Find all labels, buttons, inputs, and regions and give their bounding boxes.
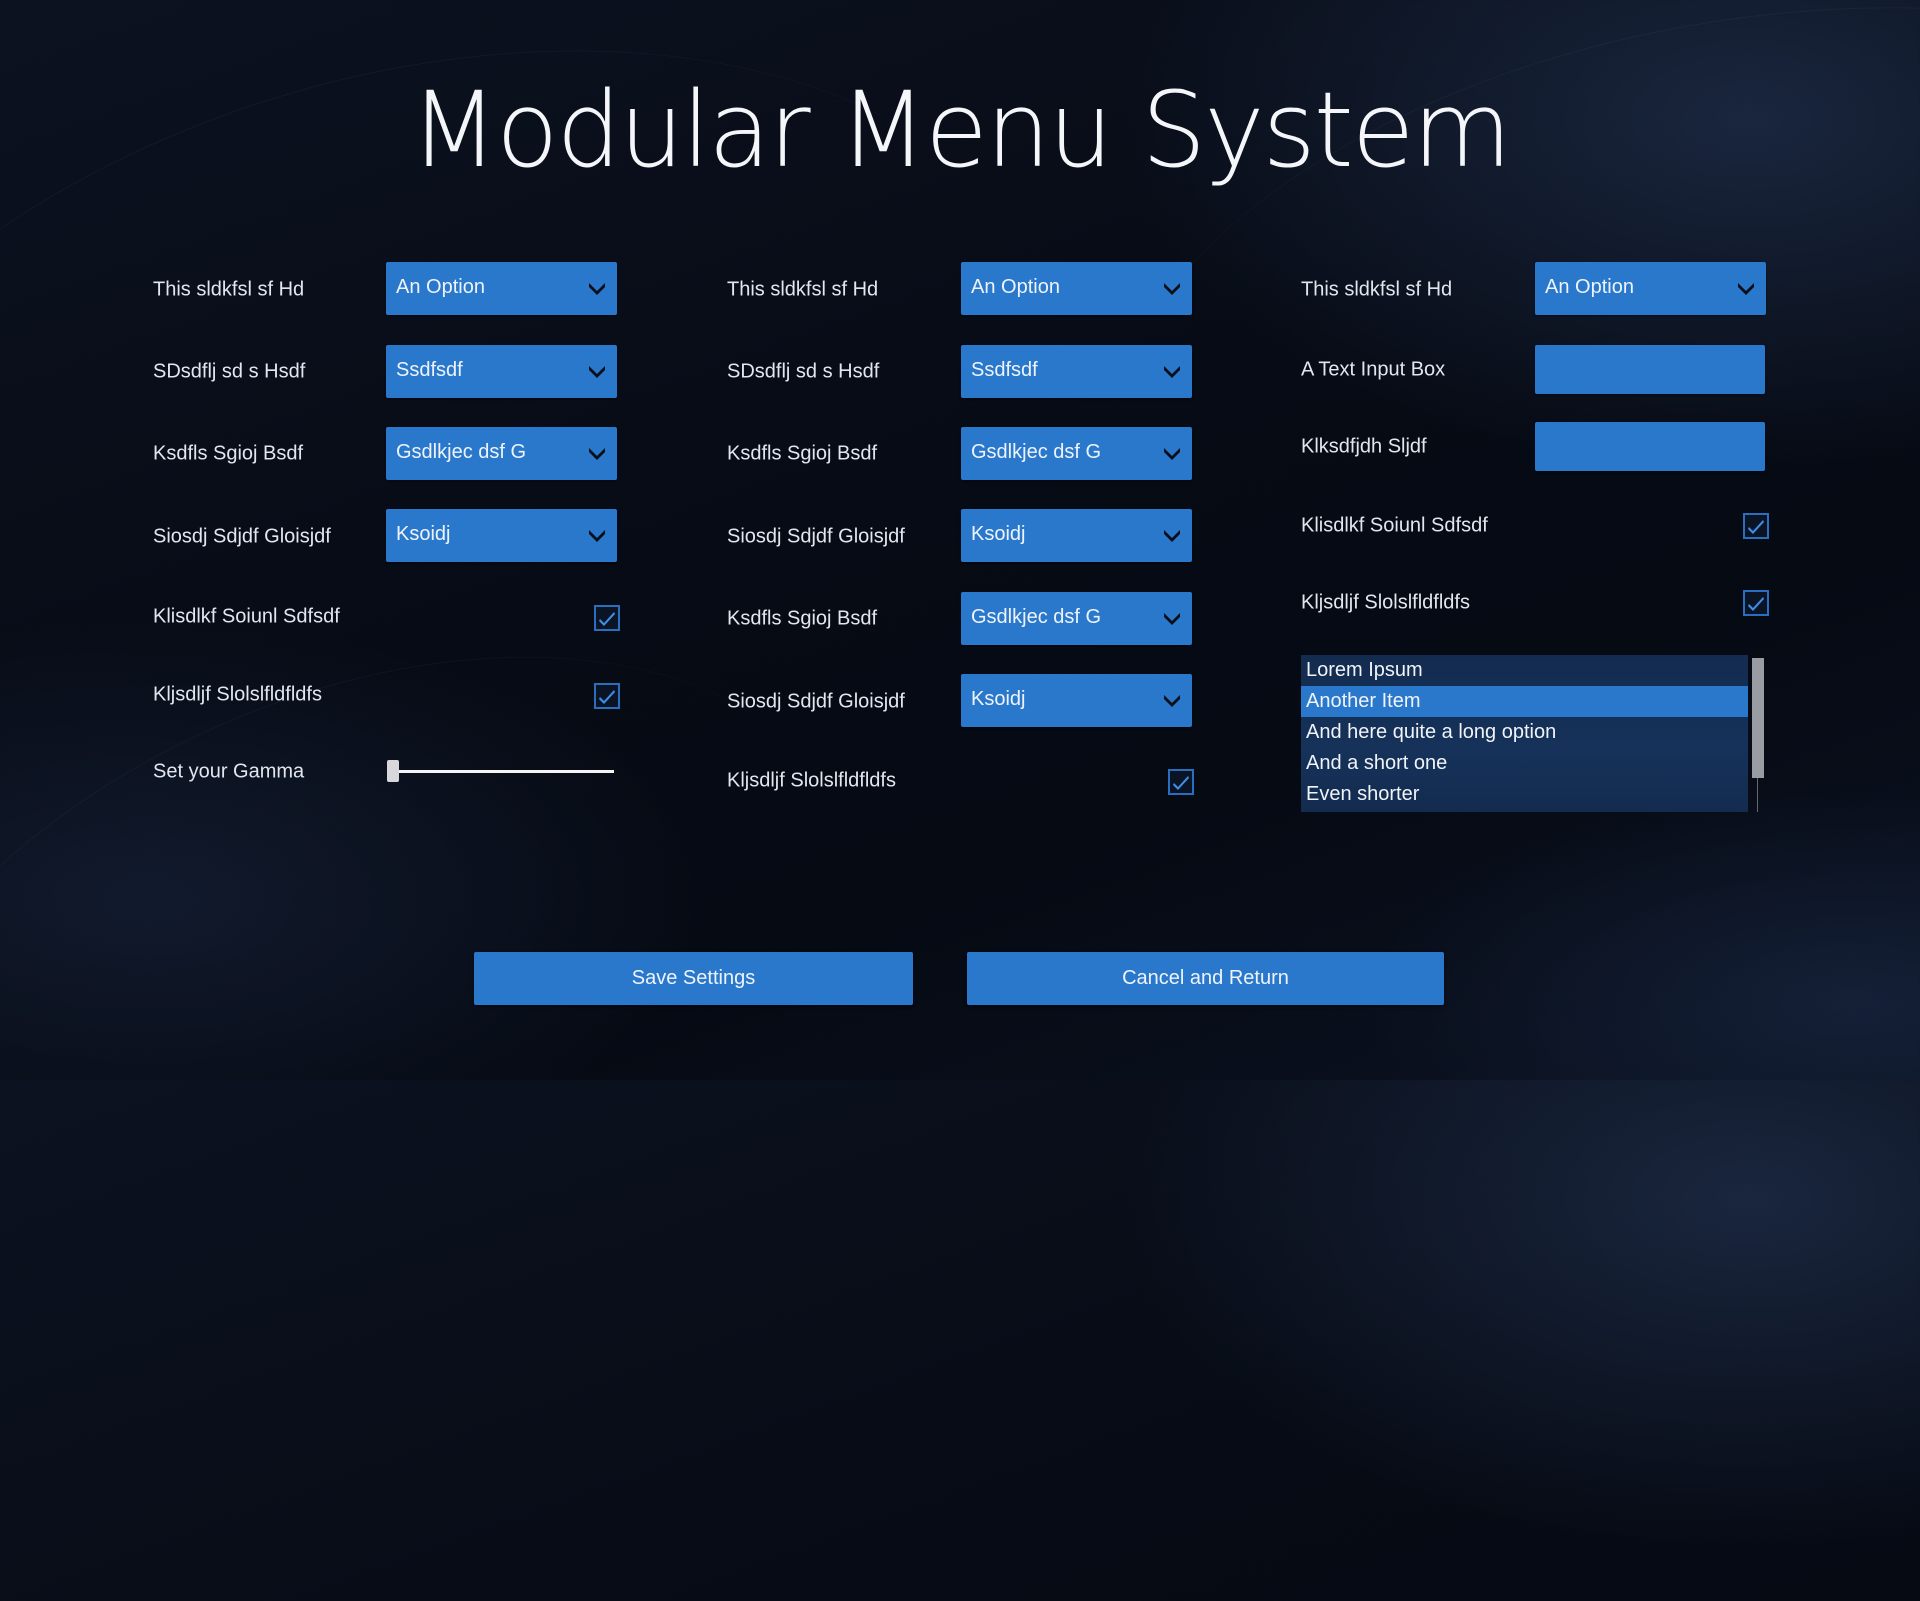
- dropdown-value: Gsdlkjec dsf G: [971, 606, 1102, 628]
- checkbox[interactable]: [1168, 769, 1194, 795]
- chevron-down-icon: [589, 283, 605, 295]
- listbox-scrollbar-thumb[interactable]: [1752, 658, 1764, 778]
- list-item[interactable]: And here quite a long option: [1301, 717, 1748, 748]
- setting-label: Siosdj Sdjdf Gloisjdf: [727, 525, 905, 548]
- dropdown[interactable]: An Option: [386, 262, 617, 315]
- list-item[interactable]: Even shorter: [1301, 779, 1748, 810]
- dropdown-value: Ssdfsdf: [396, 359, 463, 381]
- dropdown[interactable]: Ssdfsdf: [386, 345, 617, 398]
- setting-label: Klisdlkf Soiunl Sdfsdf: [153, 605, 340, 628]
- chevron-down-icon: [1164, 448, 1180, 460]
- gamma-slider-thumb[interactable]: [387, 760, 399, 782]
- dropdown[interactable]: Ksoidj: [386, 509, 617, 562]
- dropdown[interactable]: Gsdlkjec dsf G: [961, 427, 1192, 480]
- dropdown[interactable]: Gsdlkjec dsf G: [961, 592, 1192, 645]
- list-item[interactable]: And a short one: [1301, 748, 1748, 779]
- chevron-down-icon: [1738, 283, 1754, 295]
- options-listbox[interactable]: Lorem Ipsum Another Item And here quite …: [1301, 655, 1748, 812]
- setting-label: This sldkfsl sf Hd: [153, 278, 305, 301]
- setting-label: Ksdfls Sgioj Bsdf: [727, 442, 878, 465]
- dropdown[interactable]: Ssdfsdf: [961, 345, 1192, 398]
- chevron-down-icon: [1164, 366, 1180, 378]
- dropdown[interactable]: An Option: [961, 262, 1192, 315]
- dropdown[interactable]: An Option: [1535, 262, 1766, 315]
- dropdown-value: Gsdlkjec dsf G: [396, 441, 527, 463]
- chevron-down-icon: [589, 448, 605, 460]
- save-settings-button[interactable]: Save Settings: [474, 952, 913, 1005]
- chevron-down-icon: [1164, 530, 1180, 542]
- chevron-down-icon: [1164, 283, 1180, 295]
- setting-label: Klisdlkf Soiunl Sdfsdf: [1301, 514, 1488, 537]
- page-title: Modular Menu System: [410, 69, 1512, 191]
- checkmark-icon: [1173, 776, 1189, 790]
- chevron-down-icon: [1164, 695, 1180, 707]
- setting-label: Ksdfls Sgioj Bsdf: [727, 607, 878, 630]
- text-input[interactable]: [1535, 422, 1765, 471]
- dropdown-value: An Option: [971, 276, 1060, 298]
- chevron-down-icon: [589, 366, 605, 378]
- checkmark-icon: [1748, 520, 1764, 534]
- background-swoosh: [0, 500, 997, 1601]
- setting-label: Ksdfls Sgioj Bsdf: [153, 442, 304, 465]
- setting-label: Siosdj Sdjdf Gloisjdf: [153, 525, 331, 548]
- setting-label: Klksdfjdh Sljdf: [1301, 435, 1427, 458]
- setting-label: This sldkfsl sf Hd: [727, 278, 879, 301]
- dropdown-value: Ssdfsdf: [971, 359, 1038, 381]
- dropdown-value: Gsdlkjec dsf G: [971, 441, 1102, 463]
- chevron-down-icon: [1164, 613, 1180, 625]
- dropdown-value: An Option: [1545, 276, 1634, 298]
- checkmark-icon: [599, 690, 615, 704]
- checkbox[interactable]: [594, 683, 620, 709]
- dropdown-value: Ksoidj: [971, 523, 1026, 545]
- setting-label: Siosdj Sdjdf Gloisjdf: [727, 690, 905, 713]
- dropdown[interactable]: Ksoidj: [961, 674, 1192, 727]
- checkmark-icon: [1748, 597, 1764, 611]
- dropdown[interactable]: Ksoidj: [961, 509, 1192, 562]
- checkbox[interactable]: [594, 605, 620, 631]
- setting-label: Set your Gamma: [153, 760, 305, 783]
- cancel-and-return-button[interactable]: Cancel and Return: [967, 952, 1444, 1005]
- setting-label: SDsdflj sd s Hsdf: [153, 360, 306, 383]
- chevron-down-icon: [589, 530, 605, 542]
- checkbox[interactable]: [1743, 590, 1769, 616]
- setting-label: Kljsdljf Slolslfldfldfs: [153, 683, 322, 706]
- list-item[interactable]: Another Item: [1301, 686, 1748, 717]
- setting-label: This sldkfsl sf Hd: [1301, 278, 1453, 301]
- setting-label: Kljsdljf Slolslfldfldfs: [1301, 591, 1470, 614]
- gamma-slider-track[interactable]: [394, 770, 614, 773]
- text-input[interactable]: [1535, 345, 1765, 394]
- setting-label: A Text Input Box: [1301, 358, 1446, 381]
- dropdown[interactable]: Gsdlkjec dsf G: [386, 427, 617, 480]
- dropdown-value: An Option: [396, 276, 485, 298]
- setting-label: Kljsdljf Slolslfldfldfs: [727, 769, 896, 792]
- dropdown-value: Ksoidj: [971, 688, 1026, 710]
- dropdown-value: Ksoidj: [396, 523, 451, 545]
- list-item[interactable]: Lorem Ipsum: [1301, 655, 1748, 686]
- checkbox[interactable]: [1743, 513, 1769, 539]
- checkmark-icon: [599, 612, 615, 626]
- setting-label: SDsdflj sd s Hsdf: [727, 360, 880, 383]
